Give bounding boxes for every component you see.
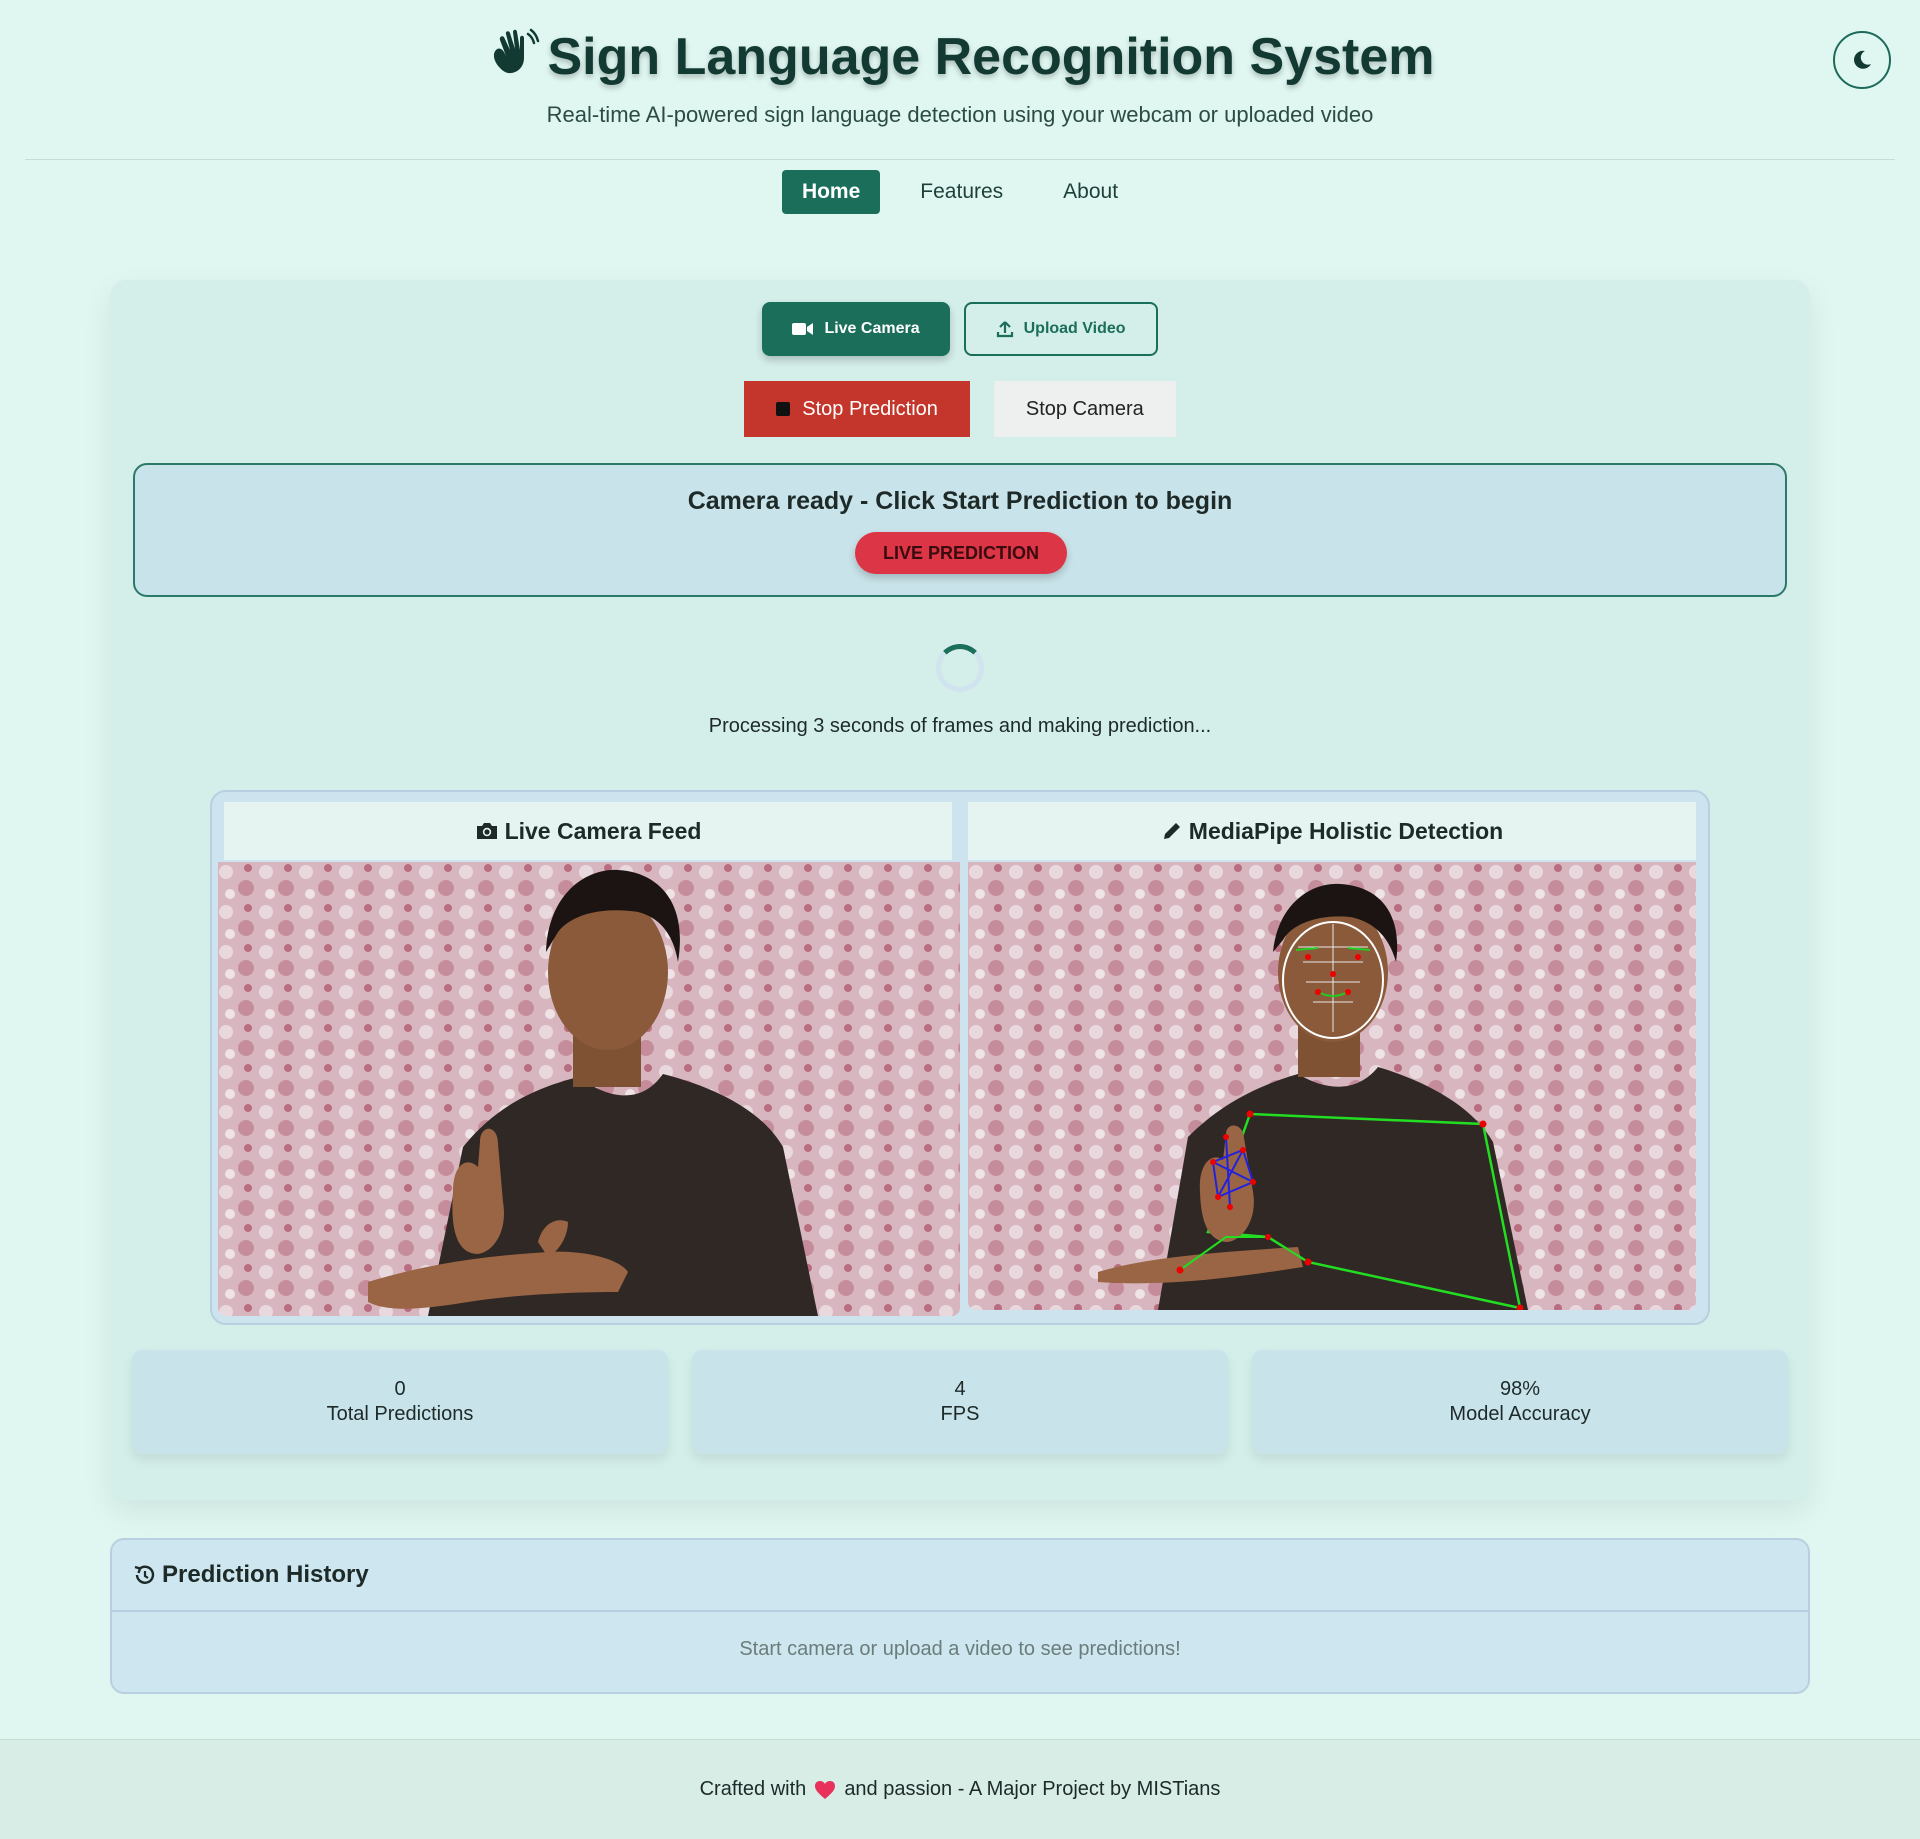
header: Sign Language Recognition System Real-ti…	[0, 0, 1920, 160]
nav-home[interactable]: Home	[781, 170, 881, 214]
detection-header: MediaPipe Holistic Detection	[968, 802, 1696, 860]
stat-fps: 4 FPS	[692, 1350, 1228, 1454]
header-divider	[25, 159, 1895, 160]
loading-spinner	[936, 644, 984, 692]
nav-features[interactable]: Features	[900, 170, 1023, 214]
footer-text-before: Crafted with	[699, 1778, 807, 1800]
history-icon	[134, 1565, 155, 1584]
status-message: Camera ready - Click Start Prediction to…	[687, 487, 1233, 515]
upload-icon	[996, 321, 1013, 338]
main-nav: Home Features About	[0, 170, 1920, 216]
pencil-icon	[1163, 823, 1180, 839]
nav-about[interactable]: About	[1043, 170, 1138, 214]
title-text: Sign Language Recognition System	[547, 28, 1435, 86]
live-prediction-badge: LIVE PREDICTION	[855, 532, 1067, 574]
history-title: Prediction History	[162, 1561, 369, 1588]
stop-square-icon	[776, 402, 791, 416]
live-feed-header: Live Camera Feed	[224, 802, 952, 860]
theme-toggle-button[interactable]	[1833, 31, 1891, 89]
mode-selector: Live Camera Upload Video	[110, 302, 1810, 356]
heart-icon	[815, 1780, 836, 1799]
stat-label: FPS	[940, 1403, 980, 1425]
stat-value: 4	[954, 1378, 966, 1400]
history-header: Prediction History	[112, 1540, 1808, 1612]
stat-value: 98%	[1499, 1378, 1541, 1400]
stat-label: Total Predictions	[326, 1403, 474, 1425]
history-empty-message: Start camera or upload a video to see pr…	[739, 1638, 1181, 1660]
upload-video-button[interactable]: Upload Video	[963, 302, 1158, 356]
status-box: Camera ready - Click Start Prediction to…	[133, 463, 1787, 597]
camera-icon	[476, 823, 497, 839]
upload-video-label: Upload Video	[1023, 320, 1126, 337]
prediction-controls: Stop Prediction Stop Camera	[110, 381, 1810, 437]
live-feed-title: Live Camera Feed	[504, 817, 702, 844]
detection-title: MediaPipe Holistic Detection	[1188, 817, 1504, 844]
stat-value: 0	[394, 1378, 406, 1400]
main-card: Live Camera Upload Video Stop Prediction…	[110, 280, 1810, 1500]
footer-text-after: and passion - A Major Project by MISTian…	[844, 1778, 1221, 1800]
stat-label: Model Accuracy	[1449, 1403, 1591, 1425]
video-camera-icon	[792, 323, 814, 335]
holistic-detection-feed	[968, 862, 1696, 1310]
live-camera-feed	[218, 862, 960, 1316]
stat-total-predictions: 0 Total Predictions	[132, 1350, 668, 1454]
stop-camera-button[interactable]: Stop Camera	[993, 381, 1176, 437]
video-panels: Live Camera Feed MediaPipe Holistic Dete…	[210, 790, 1710, 1325]
stop-prediction-button[interactable]: Stop Prediction	[744, 381, 970, 437]
stat-model-accuracy: 98% Model Accuracy	[1252, 1350, 1788, 1454]
processing-message: Processing 3 seconds of frames and makin…	[708, 715, 1212, 737]
live-camera-label: Live Camera	[824, 320, 920, 337]
footer: Crafted with and passion - A Major Proje…	[0, 1739, 1920, 1839]
moon-icon	[1854, 50, 1871, 69]
live-camera-button[interactable]: Live Camera	[762, 302, 950, 356]
stats-row: 0 Total Predictions 4 FPS 98% Model Accu…	[132, 1350, 1788, 1454]
waving-hand-icon	[493, 28, 539, 74]
stop-prediction-label: Stop Prediction	[802, 397, 938, 420]
page-title: Sign Language Recognition System	[0, 24, 1920, 87]
page-subtitle: Real-time AI-powered sign language detec…	[546, 102, 1374, 127]
prediction-history: Prediction History Start camera or uploa…	[110, 1538, 1810, 1694]
